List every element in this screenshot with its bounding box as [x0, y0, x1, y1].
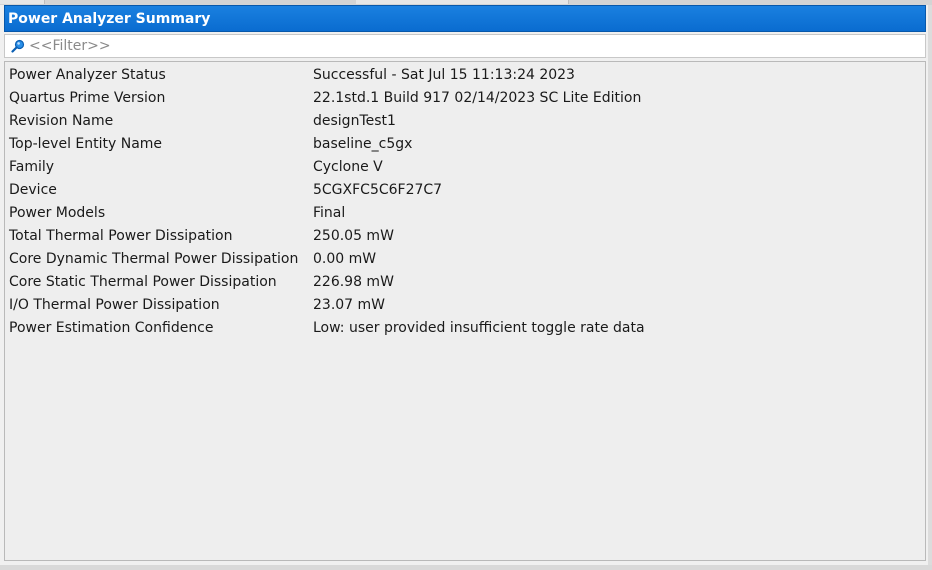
- summary-key-cell: Revision Name: [9, 112, 114, 129]
- table-row[interactable]: Total Thermal Power Dissipation 250.05 mW: [5, 224, 645, 247]
- panel-title: Power Analyzer Summary: [8, 10, 211, 27]
- search-icon[interactable]: [11, 39, 25, 53]
- summary-value-cell: 22.1std.1 Build 917 02/14/2023 SC Lite E…: [313, 89, 642, 106]
- bottom-edge: [0, 565, 932, 570]
- summary-value-cell: 5CGXFC5C6F27C7: [313, 181, 443, 198]
- table-row[interactable]: I/O Thermal Power Dissipation 23.07 mW: [5, 293, 645, 316]
- table-row[interactable]: Top-level Entity Name baseline_c5gx: [5, 132, 645, 155]
- summary-value-cell: Successful - Sat Jul 15 11:13:24 2023: [313, 66, 575, 83]
- table-row[interactable]: Revision Name designTest1: [5, 109, 645, 132]
- summary-value-cell: baseline_c5gx: [313, 135, 413, 152]
- summary-table-grid: Power Analyzer Status Successful - Sat Ju…: [5, 63, 645, 339]
- table-row[interactable]: Core Dynamic Thermal Power Dissipation 0.…: [5, 247, 645, 270]
- summary-key-cell: Quartus Prime Version: [9, 89, 166, 106]
- filter-input[interactable]: [29, 38, 889, 54]
- summary-key-cell: Power Models: [9, 204, 106, 221]
- summary-key-cell: Core Static Thermal Power Dissipation: [9, 273, 277, 290]
- summary-value-cell: designTest1: [313, 112, 396, 129]
- table-row[interactable]: Core Static Thermal Power Dissipation 226…: [5, 270, 645, 293]
- summary-key-cell: Device: [9, 181, 57, 198]
- tab-edge[interactable]: [356, 0, 569, 4]
- summary-key-cell: Total Thermal Power Dissipation: [9, 227, 233, 244]
- summary-value-cell: 226.98 mW: [313, 273, 394, 290]
- summary-table[interactable]: Power Analyzer Status Successful - Sat Ju…: [4, 61, 926, 561]
- summary-value-cell: Final: [313, 204, 346, 221]
- summary-value-cell: Cyclone V: [313, 158, 383, 175]
- table-row[interactable]: Power Estimation Confidence Low: user pro…: [5, 316, 645, 339]
- summary-key-cell: Core Dynamic Thermal Power Dissipation: [9, 250, 299, 267]
- table-row[interactable]: Power Models Final: [5, 201, 645, 224]
- filter-bar[interactable]: [4, 34, 926, 58]
- summary-key-cell: Family: [9, 158, 55, 175]
- table-row[interactable]: Power Analyzer Status Successful - Sat Ju…: [5, 63, 645, 86]
- table-row[interactable]: Family Cyclone V: [5, 155, 645, 178]
- tab-edge[interactable]: [0, 0, 45, 4]
- summary-key-cell: Power Analyzer Status: [9, 66, 166, 83]
- summary-key-cell: Power Estimation Confidence: [9, 319, 214, 336]
- summary-value-cell: 250.05 mW: [313, 227, 394, 244]
- summary-key-cell: Top-level Entity Name: [9, 135, 163, 152]
- power-analyzer-summary-panel: Power Analyzer Summary Power Analyzer St…: [4, 5, 926, 563]
- summary-value-cell: 0.00 mW: [313, 250, 377, 267]
- table-row[interactable]: Quartus Prime Version 22.1std.1 Build 917…: [5, 86, 645, 109]
- summary-value-cell: Low: user provided insufficient toggle r…: [313, 319, 645, 336]
- summary-key-cell: I/O Thermal Power Dissipation: [9, 296, 220, 313]
- summary-value-cell: 23.07 mW: [313, 296, 386, 313]
- panel-title-bar: Power Analyzer Summary: [4, 5, 926, 32]
- table-row[interactable]: Device 5CGXFC5C6F27C7: [5, 178, 645, 201]
- window-edge: [928, 5, 932, 565]
